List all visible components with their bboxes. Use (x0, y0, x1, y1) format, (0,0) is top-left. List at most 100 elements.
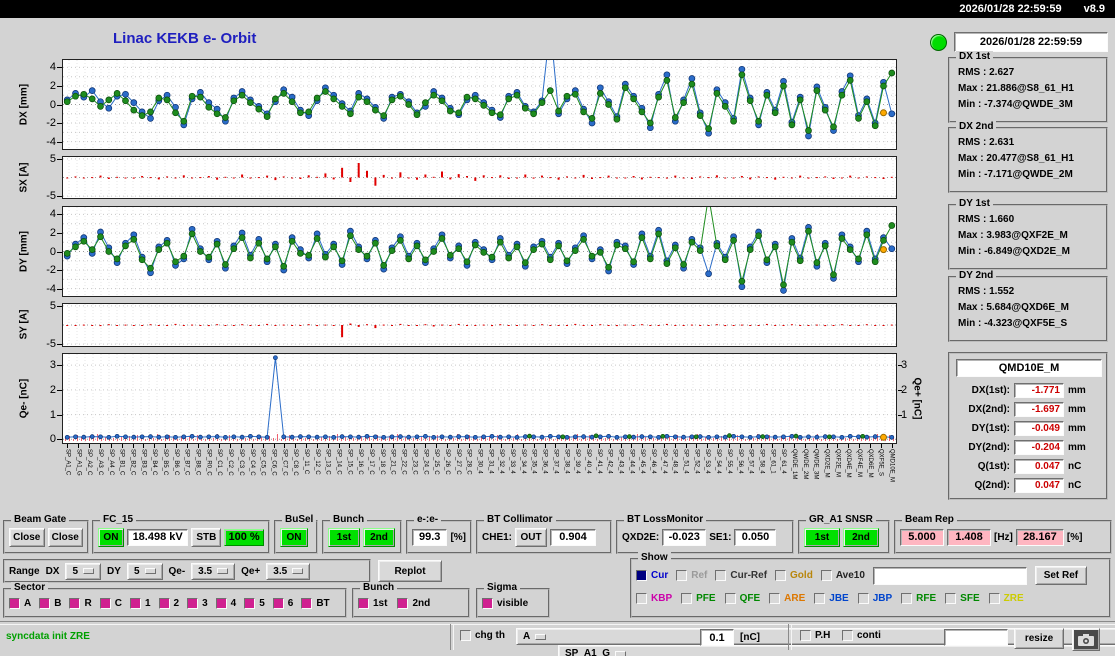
sector-check-4[interactable]: 4 (215, 597, 237, 609)
stat-title: DX 1st (956, 51, 994, 62)
ref-file-input[interactable] (872, 566, 1027, 585)
show-check-zre[interactable]: ZRE (988, 593, 1024, 604)
beam-gate-close-2-button[interactable]: Close (47, 527, 83, 547)
threshold-input[interactable]: 0.1 (700, 629, 734, 646)
beam-rep-readout-1: 5.000 (900, 528, 944, 546)
checkbox-label: 4 (230, 597, 237, 609)
axis-label: DX [mm] (18, 83, 30, 125)
x-tick-mark (295, 444, 297, 448)
range-qem-select[interactable]: 3.5 (191, 562, 236, 580)
checkbox-label: Cur (651, 570, 669, 581)
sector-check-2[interactable]: 2 (158, 597, 179, 609)
range-dy-select[interactable]: 5 (126, 562, 163, 580)
show-check-gold[interactable]: Gold (775, 570, 813, 581)
y-tick-mark (57, 365, 62, 367)
y-tick-mark (57, 85, 62, 87)
bunch-1st-button[interactable]: 1st (328, 527, 360, 547)
x-axis-label: SP_B2_C (129, 449, 136, 476)
checkbox-indicator-icon (482, 597, 493, 609)
x-tick-mark (154, 444, 156, 448)
x-tick-mark (685, 444, 687, 448)
y-tick-label: 5 (49, 299, 56, 312)
checkbox-label: JBE (829, 593, 849, 604)
stat-min: Min : -6.849@QXD2E_M (958, 246, 1071, 257)
sector-check-6[interactable]: 6 (272, 597, 293, 609)
show-check-cur-ref[interactable]: Cur-Ref (715, 570, 767, 581)
gr-a1-snsr-group: GR_A1 SNSR 1st 2nd (798, 514, 890, 554)
sector-check-3[interactable]: 3 (187, 597, 208, 609)
menu-indicator-icon (83, 568, 95, 574)
resize-button[interactable]: resize (1014, 628, 1064, 649)
replot-button[interactable]: Replot (378, 560, 442, 582)
x-axis-label: SP_C1_C (216, 449, 223, 476)
show-check-cur[interactable]: Cur (636, 570, 668, 581)
checkbox-indicator-icon (39, 597, 51, 609)
page-title: Linac KEKB e- Orbit (113, 30, 257, 47)
x-tick-mark (186, 444, 188, 448)
beam-gate-close-1-button[interactable]: Close (9, 527, 45, 547)
y-tick-mark (57, 196, 62, 198)
show-check-ref[interactable]: Ref (676, 570, 707, 581)
qxd2e-label: QXD2E: (622, 531, 660, 543)
x-axis-label: SP_44_4 (628, 449, 635, 474)
busel-on-button[interactable]: ON (280, 527, 308, 547)
bunch-2nd-button[interactable]: 2nd (363, 527, 395, 547)
sector-check-b[interactable]: B (39, 597, 61, 609)
gr-1st-button[interactable]: 1st (804, 527, 840, 547)
ph-checkbox[interactable]: P.H (800, 630, 830, 641)
range-qep-select[interactable]: 3.5 (266, 562, 311, 580)
sigma-check-visible[interactable]: visible (482, 597, 528, 609)
show-check-qfe[interactable]: QFE (724, 593, 760, 604)
x-tick-mark (100, 444, 101, 448)
checkbox-indicator-icon (676, 570, 688, 581)
x-axis-label: SP_26_C (444, 449, 450, 475)
show-check-pfe[interactable]: PFE (681, 593, 716, 604)
show-check-rfe[interactable]: RFE (901, 593, 936, 604)
range-dy-label: DY (107, 565, 121, 577)
show-check-sfe[interactable]: SFE (945, 593, 980, 604)
x-axis-label: SP_21_C (389, 449, 396, 475)
qmd-row-value: -0.049 (1014, 420, 1064, 436)
x-tick-mark (707, 444, 709, 448)
range-dx-select[interactable]: 5 (65, 562, 102, 580)
menu-indicator-icon (615, 650, 627, 656)
fc15-stb-button[interactable]: STB (191, 527, 222, 547)
menu-indicator-icon (535, 633, 547, 640)
y-tick-mark (57, 270, 62, 272)
show-check-jbp[interactable]: JBP (857, 593, 892, 604)
set-ref-button[interactable]: Set Ref (1034, 566, 1087, 585)
bunch-check-1st[interactable]: 1st (358, 597, 387, 609)
y-tick-mark (57, 123, 62, 125)
qmd-row-value: -1.771 (1014, 382, 1064, 398)
y-tick-label: 3 (49, 359, 56, 372)
count-input[interactable] (944, 629, 1008, 646)
sector-check-r[interactable]: R (69, 597, 92, 609)
ee-ratio-readout: 99.3 (412, 528, 448, 546)
sector-check-bt[interactable]: BT (301, 597, 330, 609)
chg-th-checkbox[interactable]: chg th (460, 630, 505, 641)
conti-checkbox[interactable]: conti (842, 630, 881, 641)
y-tick-label: 4 (49, 208, 56, 221)
che1-out-button[interactable]: OUT (515, 527, 548, 547)
group-title: BT Collimator (484, 514, 556, 525)
sector-check-c[interactable]: C (99, 597, 122, 609)
beam-rep-group: Beam Rep 5.000 1.408 [Hz] 28.167 [%] (894, 514, 1112, 554)
sector-check-a[interactable]: A (9, 597, 31, 609)
gr-2nd-button[interactable]: 2nd (843, 527, 879, 547)
bunch-check-2nd[interactable]: 2nd (397, 597, 430, 609)
show-check-are[interactable]: ARE (769, 593, 805, 604)
x-axis-label: SP_61_4 (780, 449, 787, 474)
busel-group: BuSel ON (274, 514, 318, 554)
show-check-ave10[interactable]: Ave10 (820, 570, 865, 581)
show-check-jbe[interactable]: JBE (814, 593, 849, 604)
checkbox-label: Ref (691, 570, 708, 581)
group-title: FC_15 (100, 514, 137, 525)
fc15-on-button[interactable]: ON (98, 527, 124, 547)
screenshot-button[interactable] (1072, 628, 1100, 651)
y-tick-label: 1 (49, 408, 56, 421)
y-tick-mark (898, 414, 902, 416)
show-check-kbp[interactable]: KBP (636, 593, 672, 604)
beam-gate-group: Beam Gate Close Close (3, 514, 89, 554)
sector-check-5[interactable]: 5 (244, 597, 265, 609)
sector-check-1[interactable]: 1 (129, 597, 151, 609)
